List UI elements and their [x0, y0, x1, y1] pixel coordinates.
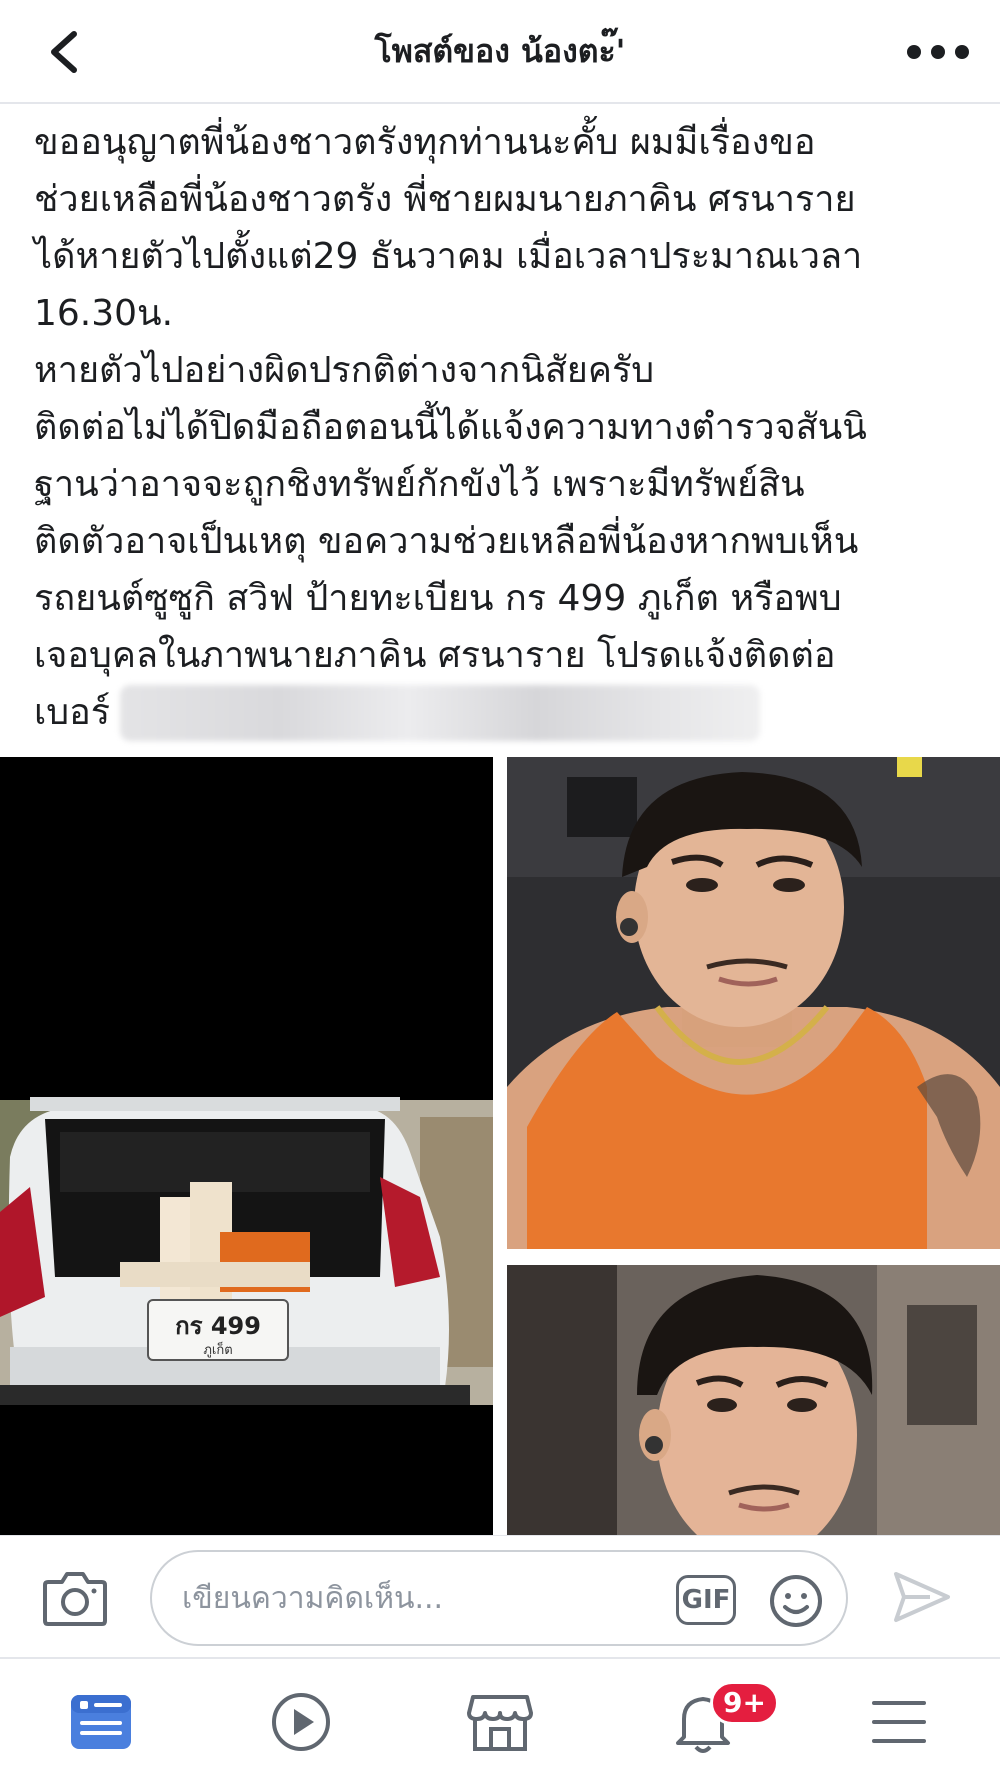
menu-hamburger-icon	[872, 1701, 926, 1743]
notification-badge: 9+	[710, 1681, 779, 1725]
bottom-navigation: 9+	[0, 1657, 1000, 1777]
photo-grid: กร 499 ภูเก็ต	[0, 757, 1000, 1535]
top-bar: โพสต์ของ น้องตะ๊'	[0, 0, 1000, 104]
page-title: โพสต์ของ น้องตะ๊'	[374, 32, 626, 70]
chevron-left-icon	[51, 31, 77, 73]
car-photo-image: กร 499 ภูเก็ต	[0, 757, 493, 1535]
phone-label: เบอร์	[34, 692, 111, 733]
tab-news-feed[interactable]	[66, 1689, 136, 1755]
news-feed-icon	[71, 1695, 131, 1749]
more-horizontal-icon	[907, 45, 969, 59]
car-photo[interactable]: กร 499 ภูเก็ต	[0, 757, 493, 1535]
post-text-line: ขออนุญาตพี่น้องชาวตรังทุกท่านนะคั้บ ผมมี…	[34, 122, 816, 163]
emoji-button[interactable]	[768, 1573, 824, 1629]
post-text-line: เจอบุคลในภาพนายภาคิน ศรนาราย โปรดแจ้งติด…	[34, 635, 836, 676]
tab-menu[interactable]	[864, 1689, 934, 1755]
post-text-line: หายตัวไปอย่างผิดปรกติต่างจากนิสัยครับ	[34, 350, 655, 391]
smiley-icon	[770, 1575, 822, 1627]
portrait-photo-1-image	[507, 757, 1000, 1249]
gif-button[interactable]: GIF	[676, 1575, 736, 1625]
post-text-line: ได้หายตัวไปตั้งแต่29 ธันวาคม เมื่อเวลาปร…	[34, 236, 863, 277]
post-text-line: ช่วยเหลือพี่น้องชาวตรัง พี่ชายผมนายภาคิน…	[34, 179, 856, 220]
post-text-line: รถยนต์ซูซูกิ สวิฟ ป้ายทะเบียน กร 499 ภูเ…	[34, 578, 842, 619]
redacted-phone-number	[120, 684, 761, 741]
post-text-line: ติดต่อไม่ได้ปิดมือถือตอนนี้ได้แจ้งความทา…	[34, 407, 867, 448]
send-icon	[894, 1572, 950, 1622]
back-button[interactable]	[40, 28, 86, 76]
comment-input-container: GIF	[150, 1550, 848, 1646]
more-options-button[interactable]	[904, 34, 972, 70]
marketplace-shop-icon	[467, 1695, 533, 1751]
post-body: ขออนุญาตพี่น้องชาวตรังทุกท่านนะคั้บ ผมมี…	[34, 114, 974, 754]
license-plate-number: กร 499	[175, 1312, 261, 1340]
camera-button[interactable]	[42, 1566, 108, 1628]
comment-input[interactable]	[182, 1570, 602, 1626]
phone-line: เบอร์	[34, 684, 974, 741]
comment-composer: GIF	[0, 1535, 1000, 1657]
tab-watch[interactable]	[266, 1689, 336, 1755]
send-button[interactable]	[890, 1568, 954, 1626]
screen: โพสต์ของ น้องตะ๊' ขออนุญาตพี่น้องชาวตรัง…	[0, 0, 1000, 1777]
portrait-photo-2[interactable]	[507, 1265, 1000, 1535]
post-text-line: ฐานว่าอาจจะถูกชิงทรัพย์กักขังไว้ เพราะมี…	[34, 464, 805, 505]
portrait-photo-1[interactable]	[507, 757, 1000, 1249]
camera-icon	[43, 1572, 107, 1626]
tab-marketplace[interactable]	[465, 1689, 535, 1755]
watch-play-icon	[272, 1693, 330, 1751]
post-text-line: 16.30น.	[34, 293, 174, 334]
post-text-line: ติดตัวอาจเป็นเหตุ ขอความช่วยเหลือพี่น้อง…	[34, 521, 859, 562]
portrait-photo-2-image	[507, 1265, 1000, 1535]
license-plate-province: ภูเก็ต	[203, 1340, 232, 1358]
